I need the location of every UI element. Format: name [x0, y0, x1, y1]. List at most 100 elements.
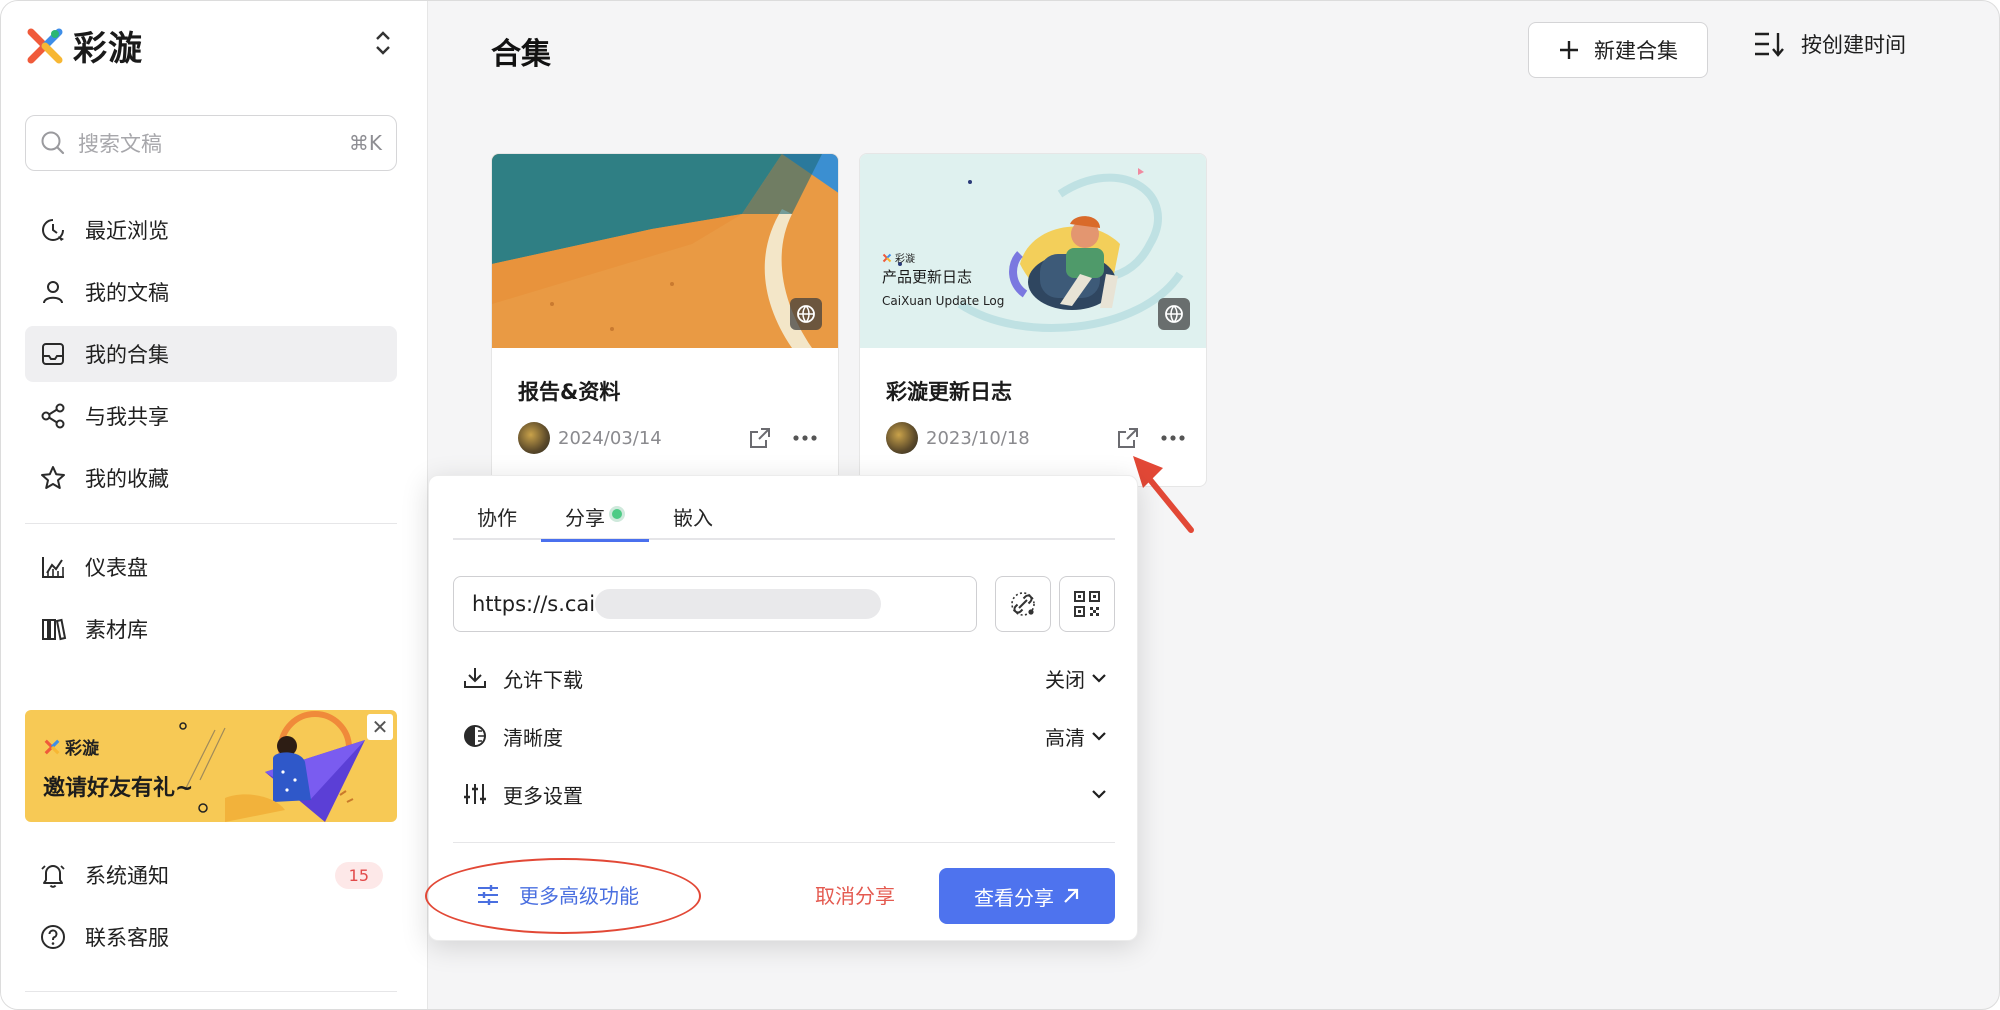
card-date: 2024/03/14: [558, 427, 662, 449]
copy-link-button[interactable]: [995, 576, 1051, 632]
sidebar-item-notifications[interactable]: 系统通知 15: [25, 847, 397, 903]
more-settings-toggle[interactable]: [1091, 789, 1107, 799]
help-icon: [39, 923, 67, 951]
sidebar-item-my-collections[interactable]: 我的合集: [25, 326, 397, 382]
tab-label: 嵌入: [673, 506, 713, 530]
more-settings-label: 更多设置: [503, 783, 583, 808]
card-title: 彩漩更新日志: [886, 380, 1012, 404]
app-window: 彩漩 搜索文稿 ⌘K 最近浏览 我的文稿 我的合集 与我共享 我的收藏 仪表盘 …: [0, 0, 2000, 1010]
contrast-icon: [461, 722, 489, 750]
new-collection-label: 新建合集: [1594, 39, 1678, 63]
more-icon[interactable]: [1160, 434, 1186, 442]
avatar: [518, 422, 550, 454]
sidebar-divider: [25, 991, 397, 992]
card-date: 2023/10/18: [926, 427, 1030, 449]
search-input[interactable]: 搜索文稿 ⌘K: [25, 115, 397, 171]
sort-icon: [1755, 32, 1784, 57]
allow-download-select[interactable]: 关闭: [1045, 664, 1107, 693]
tab-embed[interactable]: 嵌入: [649, 502, 737, 540]
thumb-brand: 彩漩: [882, 250, 915, 265]
qrcode-icon: [1074, 591, 1100, 617]
sidebar-item-my-docs[interactable]: 我的文稿: [25, 264, 397, 320]
sort-button[interactable]: 按创建时间: [1753, 29, 1906, 59]
url-redacted-blur: [595, 589, 882, 619]
chevron-down-icon: [1092, 732, 1106, 741]
tab-label: 协作: [477, 506, 517, 530]
avatar: [886, 422, 918, 454]
share-active-dot: [609, 506, 625, 522]
popup-divider: [453, 842, 1115, 843]
sidebar-item-label: 我的收藏: [85, 467, 169, 491]
view-share-button[interactable]: 查看分享: [939, 868, 1115, 924]
sidebar-item-recent[interactable]: 最近浏览: [25, 202, 397, 258]
view-share-label: 查看分享: [974, 885, 1054, 910]
card-thumbnail: [492, 154, 838, 348]
thumb-subtitle: CaiXuan Update Log: [882, 294, 1005, 308]
invite-promo-banner[interactable]: 彩漩 邀请好友有礼~ ✕: [25, 710, 397, 822]
sidebar-item-label: 与我共享: [85, 405, 169, 429]
resolution-label: 清晰度: [503, 725, 563, 750]
annotation-oval: [425, 858, 701, 934]
clock-icon: [39, 216, 67, 244]
promo-brand-text: 彩漩: [65, 739, 99, 759]
cancel-share-button[interactable]: 取消分享: [815, 880, 895, 909]
logo-icon: [44, 739, 60, 754]
new-collection-button[interactable]: 新建合集: [1528, 22, 1708, 78]
sidebar-item-label: 我的合集: [85, 343, 169, 367]
star-icon: [39, 464, 67, 492]
tab-collaborate[interactable]: 协作: [453, 502, 541, 540]
sidebar-item-label: 我的文稿: [85, 281, 169, 305]
public-globe-icon: [790, 298, 822, 330]
sidebar-item-label: 系统通知: [85, 864, 169, 888]
page-title: 合集: [491, 37, 551, 72]
logo-icon: [25, 26, 65, 66]
allow-download-value: 关闭: [1045, 667, 1085, 692]
sidebar-divider: [25, 523, 397, 524]
more-settings-row[interactable]: 更多设置: [461, 774, 1107, 814]
app-logo[interactable]: 彩漩: [25, 21, 143, 70]
sidebar-item-label: 仪表盘: [85, 556, 148, 580]
notification-count-badge: 15: [334, 861, 383, 889]
sort-label: 按创建时间: [1801, 33, 1906, 57]
sidebar-item-assets[interactable]: 素材库: [25, 601, 397, 657]
promo-brand: 彩漩: [43, 734, 99, 759]
sidebar-item-shared-with-me[interactable]: 与我共享: [25, 388, 397, 444]
arrow-up-right-icon: [1064, 888, 1079, 903]
share-url-field[interactable]: https://s.cai: [453, 576, 977, 632]
card-title: 报告&资料: [518, 380, 621, 404]
allow-download-label: 允许下载: [503, 667, 583, 692]
chart-icon: [39, 553, 67, 581]
share-nodes-icon: [39, 402, 67, 430]
link-sparkle-icon: [1011, 592, 1035, 616]
public-globe-icon: [1158, 298, 1190, 330]
more-icon[interactable]: [792, 434, 818, 442]
resolution-row[interactable]: 清晰度 高清: [461, 716, 1107, 756]
share-url-text: https://s.cai: [472, 592, 596, 616]
books-icon: [39, 615, 67, 643]
qrcode-button[interactable]: [1059, 576, 1115, 632]
sidebar-item-label: 素材库: [85, 618, 148, 642]
resolution-value: 高清: [1045, 725, 1085, 750]
tab-label: 分享: [565, 506, 605, 530]
search-icon: [41, 131, 65, 155]
collection-card[interactable]: 彩漩 产品更新日志 CaiXuan Update Log 彩漩更新日志 2023…: [859, 153, 1207, 487]
collection-card[interactable]: 报告&资料 2024/03/14: [491, 153, 839, 487]
resolution-select[interactable]: 高清: [1045, 722, 1107, 751]
workspace-switch-icon[interactable]: [369, 29, 397, 59]
annotation-arrow-icon: [1133, 456, 1194, 533]
sliders-icon: [461, 780, 489, 808]
inbox-icon: [39, 340, 67, 368]
bell-icon: [39, 861, 67, 889]
allow-download-row[interactable]: 允许下载 关闭: [461, 658, 1107, 698]
sidebar-item-dashboard[interactable]: 仪表盘: [25, 539, 397, 595]
sidebar-nav: 最近浏览 我的文稿 我的合集 与我共享 我的收藏: [25, 202, 397, 512]
sidebar-bottom: 系统通知 15 联系客服: [25, 847, 397, 971]
external-link-icon[interactable]: [748, 426, 772, 450]
tab-share[interactable]: 分享: [541, 502, 649, 542]
card-meta: 2024/03/14: [518, 422, 818, 454]
sidebar-item-favorites[interactable]: 我的收藏: [25, 450, 397, 506]
sidebar-item-support[interactable]: 联系客服: [25, 909, 397, 965]
plus-icon: [1560, 41, 1578, 59]
promo-illustration: [179, 711, 365, 822]
close-icon[interactable]: ✕: [367, 714, 393, 740]
